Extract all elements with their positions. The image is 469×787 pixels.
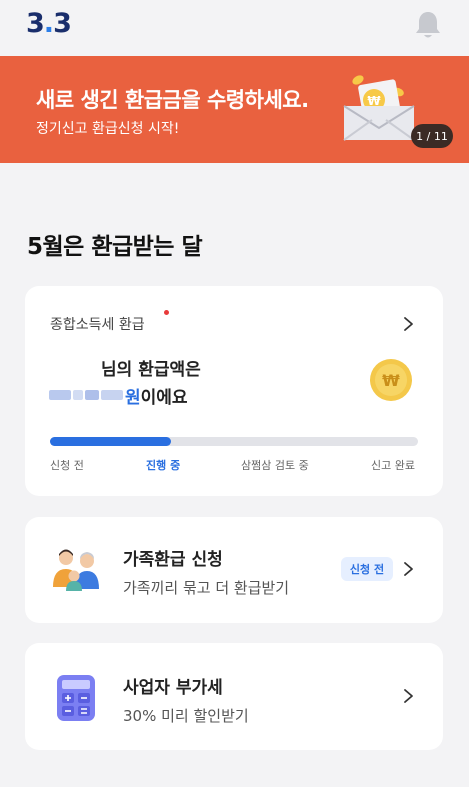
- family-card-title: 가족환급 신청: [123, 550, 223, 570]
- masked-amount: [101, 390, 123, 400]
- family-card-subtitle: 가족끼리 묶고 더 환급받기: [123, 579, 290, 597]
- step-label: 신청 전: [50, 459, 84, 472]
- refund-progress-bar: [50, 437, 418, 446]
- family-icon: [53, 549, 99, 591]
- business-card-title: 사업자 부가세: [123, 678, 223, 698]
- calculator-icon: [57, 675, 95, 721]
- envelope-money-icon: ₩: [343, 75, 415, 141]
- chevron-right-icon[interactable]: [401, 561, 415, 577]
- refund-name-line: 님의 환급액은: [101, 360, 201, 380]
- svg-text:₩: ₩: [367, 94, 381, 108]
- refund-card-label: 종합소득세 환급: [50, 317, 145, 333]
- banner-subtitle: 정기신고 환급신청 시작!: [36, 121, 180, 137]
- refund-amount-suffix: 이에요: [140, 387, 188, 408]
- banner-pager: 1 / 11: [411, 124, 453, 148]
- top-bar: 3.3: [0, 0, 469, 56]
- step-label: 신고 완료: [371, 459, 415, 472]
- won-coin-icon: ₩: [370, 359, 412, 401]
- chevron-right-icon[interactable]: [401, 316, 415, 332]
- refund-amount: 원 이에요: [49, 384, 188, 408]
- family-refund-card[interactable]: 가족환급 신청 가족끼리 묶고 더 환급받기 신청 전: [25, 517, 443, 623]
- svg-text:₩: ₩: [382, 371, 400, 390]
- app-logo[interactable]: 3.3: [26, 8, 72, 39]
- notification-dot: [164, 310, 169, 315]
- step-label-active: 진행 중: [146, 459, 181, 472]
- bell-icon[interactable]: [414, 10, 442, 40]
- banner-title: 새로 생긴 환급금을 수령하세요.: [36, 88, 309, 112]
- status-badge: 신청 전: [341, 557, 393, 581]
- business-card-subtitle: 30% 미리 할인받기: [123, 707, 249, 725]
- section-title: 5월은 환급받는 달: [27, 234, 203, 260]
- refund-card[interactable]: 종합소득세 환급 님의 환급액은 원 이에요 ₩ 신청 전 진행 중 삼쩜삼 검…: [25, 286, 443, 496]
- masked-amount: [85, 390, 99, 400]
- business-vat-card[interactable]: 사업자 부가세 30% 미리 할인받기: [25, 643, 443, 750]
- refund-progress-fill: [50, 437, 172, 446]
- chevron-right-icon[interactable]: [401, 688, 415, 704]
- step-label: 삼쩜삼 검토 중: [241, 459, 309, 472]
- masked-amount: [73, 390, 83, 400]
- masked-amount: [49, 390, 71, 400]
- refund-amount-unit: 원: [125, 387, 141, 408]
